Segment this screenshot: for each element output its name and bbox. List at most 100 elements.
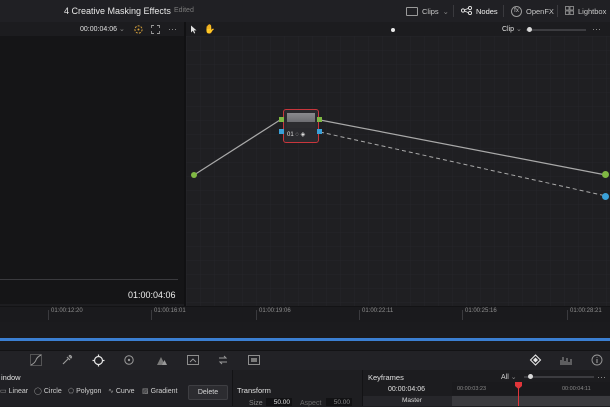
- nodes-button[interactable]: Nodes: [460, 4, 498, 18]
- viewer-canvas[interactable]: [0, 36, 184, 304]
- circle-icon: ◯: [34, 388, 42, 395]
- clip-mode-dropdown[interactable]: Clip ⌄: [502, 25, 522, 33]
- tracker-icon[interactable]: [122, 353, 136, 367]
- divider: [503, 5, 504, 17]
- project-title: 4 Creative Masking Effects: [64, 6, 171, 16]
- viewer-timecode-display: 01:00:04:06: [128, 290, 176, 300]
- edited-status: Edited: [174, 7, 194, 14]
- gradient-icon: ▨: [142, 388, 149, 395]
- circle-window-button[interactable]: ◯ Circle: [34, 387, 62, 396]
- openfx-icon: fx: [511, 5, 522, 17]
- source-input-green[interactable]: [191, 172, 197, 178]
- delete-button[interactable]: Delete: [188, 385, 228, 400]
- keyframes-ruler-start: 00:00:03:23: [457, 386, 487, 392]
- window-panel-title: indow: [1, 373, 21, 382]
- circle-label: Circle: [43, 387, 62, 395]
- viewer-timecode: 00:00:04:06: [80, 26, 117, 33]
- node-input-green[interactable]: [279, 117, 284, 122]
- lightbox-icon: [565, 5, 574, 17]
- node-zoom-slider[interactable]: [526, 29, 586, 31]
- window-icon: ◌: [295, 132, 299, 138]
- openfx-button[interactable]: fx OpenFX: [511, 4, 554, 18]
- polygon-window-button[interactable]: ⬠ Polygon: [68, 387, 101, 396]
- node-label: 01: [287, 132, 294, 138]
- keyframes-zoom-handle[interactable]: [528, 374, 533, 379]
- gradient-label: Gradient: [150, 387, 178, 395]
- node-output-green[interactable]: [317, 117, 322, 122]
- lightbox-button[interactable]: Lightbox: [565, 4, 606, 18]
- node-zoom-handle[interactable]: [527, 27, 532, 32]
- sizing-icon[interactable]: [247, 353, 261, 367]
- clips-icon: [406, 6, 418, 16]
- nodes-icon: [460, 5, 473, 17]
- viewer-scrubber-line[interactable]: [0, 279, 178, 280]
- keyframes-title: Keyframes: [368, 373, 404, 382]
- timeline-clip-track[interactable]: [0, 338, 610, 341]
- node-output-blue[interactable]: [317, 129, 322, 134]
- divider: [453, 5, 454, 17]
- tick-line: [462, 310, 463, 320]
- tick-line: [359, 310, 360, 320]
- tick-label: 01:00:25:16: [465, 308, 497, 314]
- chevron-down-icon: ⌄: [516, 26, 522, 33]
- node-menu-icon[interactable]: ···: [592, 24, 601, 34]
- scopes-icon[interactable]: [559, 353, 573, 367]
- master-track[interactable]: [452, 396, 610, 406]
- effect-icon: ◈: [300, 132, 306, 138]
- tick-label: 01:00:19:06: [259, 308, 291, 314]
- node-thumbnail-shade: [287, 122, 315, 128]
- tick-line: [256, 310, 257, 320]
- magic-mask-icon[interactable]: [155, 353, 169, 367]
- viewer-menu-icon[interactable]: ···: [168, 24, 177, 34]
- curves-icon[interactable]: [29, 353, 43, 367]
- keyframes-timecode: 00:00:04:06: [388, 386, 425, 393]
- aspect-field[interactable]: 50.00: [326, 398, 352, 406]
- transform-title: Transform: [237, 386, 271, 395]
- lightbox-label: Lightbox: [578, 6, 607, 16]
- openfx-label: OpenFX: [526, 6, 554, 16]
- node-input-blue[interactable]: [279, 129, 284, 134]
- keyframes-filter-dropdown[interactable]: All ⌄: [501, 373, 517, 381]
- divider: [557, 5, 558, 17]
- nodes-label: Nodes: [476, 6, 498, 16]
- pointer-icon[interactable]: [190, 25, 198, 34]
- tick-line: [48, 310, 49, 320]
- key-icon[interactable]: [216, 353, 230, 367]
- clips-label: Clips: [422, 6, 439, 16]
- node-graph[interactable]: 01 ◌ ◈: [186, 36, 610, 306]
- qualifier-eyedropper-icon[interactable]: [60, 353, 74, 367]
- curve-label: Curve: [115, 387, 135, 395]
- polygon-icon: ⬠: [68, 388, 75, 395]
- gesture-icon[interactable]: [133, 24, 144, 35]
- chevron-down-icon: ⌄: [510, 374, 517, 381]
- chevron-down-icon: ⌄: [118, 26, 125, 33]
- keyframes-toggle-icon[interactable]: [528, 353, 542, 367]
- corrector-node[interactable]: 01 ◌ ◈: [283, 109, 319, 143]
- curve-icon: ∿: [108, 388, 114, 395]
- fullscreen-icon[interactable]: [151, 25, 160, 34]
- tick-line: [567, 310, 568, 320]
- keyframes-zoom-slider[interactable]: [524, 376, 594, 378]
- info-icon[interactable]: [590, 353, 604, 367]
- keyframes-playhead-icon[interactable]: [515, 382, 522, 389]
- timeline-track-area[interactable]: [0, 322, 610, 350]
- size-field[interactable]: 50.00: [266, 398, 292, 406]
- blur-icon[interactable]: [186, 353, 200, 367]
- gradient-window-button[interactable]: ▨ Gradient: [142, 387, 178, 396]
- zoom-slider-handle[interactable]: [391, 28, 395, 32]
- clip-mode-label: Clip: [502, 26, 515, 33]
- clips-button[interactable]: Clips ⌄: [406, 4, 449, 18]
- node-footer: 01 ◌ ◈: [287, 131, 305, 138]
- window-tool-icon[interactable]: [91, 353, 105, 367]
- keyframes-menu-icon[interactable]: ···: [597, 372, 606, 382]
- viewer-timecode-dropdown[interactable]: 00:00:04:06 ⌄: [80, 25, 125, 33]
- linear-window-button[interactable]: ▭ Linear: [0, 387, 28, 396]
- tick-label: 01:00:22:11: [362, 308, 394, 314]
- output-blue[interactable]: [602, 193, 609, 200]
- output-green[interactable]: [602, 171, 609, 178]
- tick-label: 01:00:12:20: [51, 308, 83, 314]
- hand-icon[interactable]: ✋: [204, 24, 215, 34]
- curve-window-button[interactable]: ∿ Curve: [108, 387, 135, 396]
- chevron-down-icon: ⌄: [442, 6, 449, 16]
- linear-icon: ▭: [0, 388, 7, 395]
